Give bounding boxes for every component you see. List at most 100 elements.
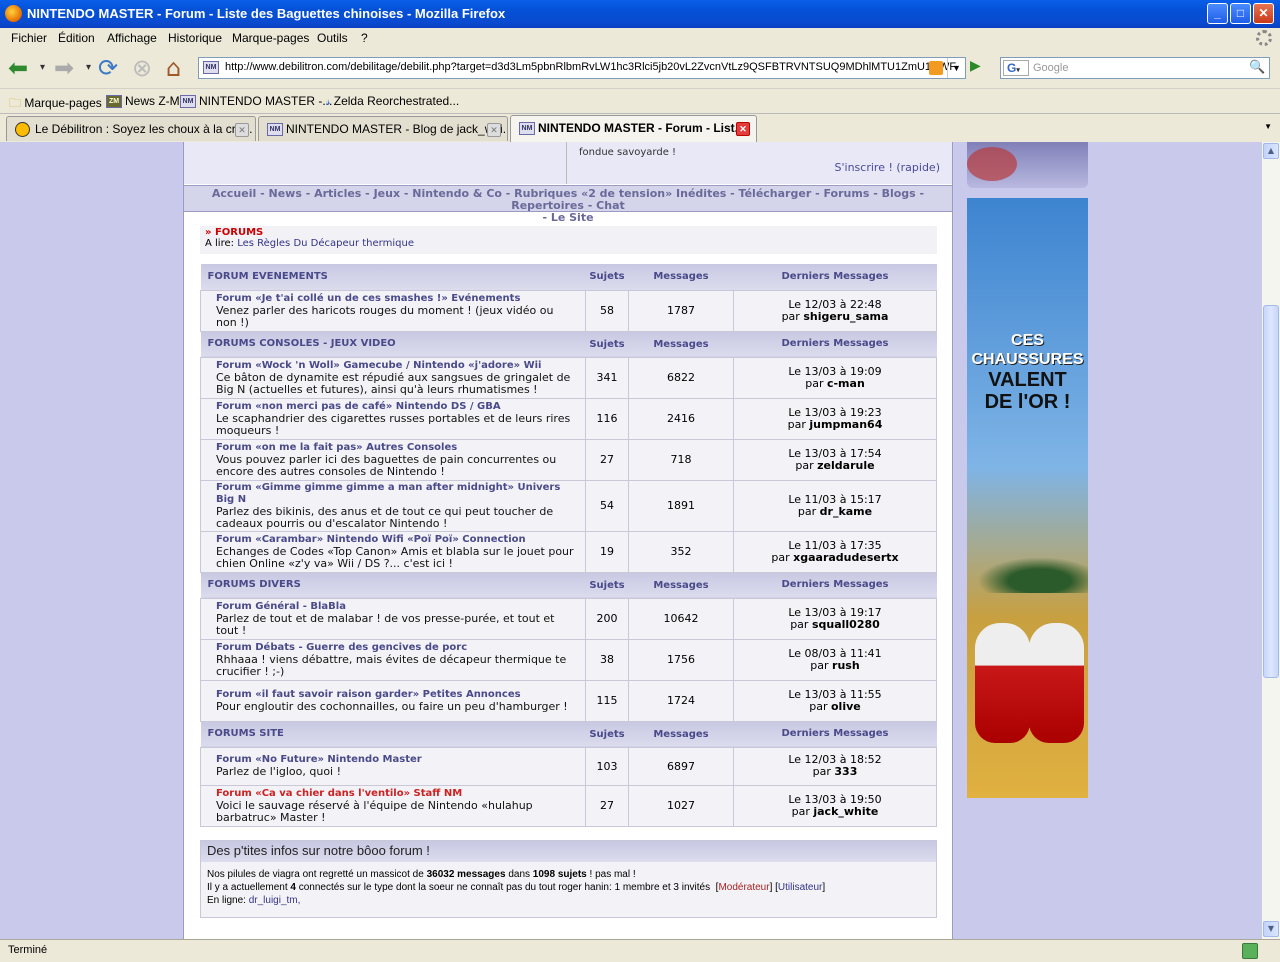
forum-description: Voici le sauvage réservé à l'équipe de N… xyxy=(216,798,533,824)
tab-close-icon[interactable]: ✕ xyxy=(736,122,750,136)
menu-affichage[interactable]: Affichage xyxy=(107,31,157,45)
forum-row: Forum «Je t'ai collé un de ces smashes !… xyxy=(200,289,937,332)
forum-link[interactable]: Forum «Wock 'n Woll» Gamecube / Nintendo… xyxy=(216,360,575,372)
forum-sujets-count: 58 xyxy=(585,289,629,332)
folder-icon: 🗀 xyxy=(9,96,22,110)
forward-history-dropdown-icon[interactable]: ▾ xyxy=(86,54,91,82)
url-bar[interactable]: NM http://www.debilitron.com/debilitage/… xyxy=(198,57,966,79)
forum-description: Parlez de l'igloo, quoi ! xyxy=(216,765,342,778)
menu-historique[interactable]: Historique xyxy=(168,31,222,45)
rules-link[interactable]: Les Règles Du Décapeur thermique xyxy=(237,238,414,249)
bookmark-nintendo-master[interactable]: NM NINTENDO MASTER -... xyxy=(180,94,332,109)
bookmark-zelda[interactable]: 𝓈 Zelda Reorchestrated... xyxy=(326,94,459,109)
tab-close-icon[interactable]: ✕ xyxy=(235,123,249,137)
top-info-box: fondue savoyarde ! S'inscrire ! (rapide) xyxy=(184,142,952,184)
moderator-legend: Modérateur xyxy=(718,882,770,893)
forum-link[interactable]: Forum Général - BlaBla xyxy=(216,601,575,613)
breadcrumb-title[interactable]: FORUMS xyxy=(215,227,263,238)
last-post-user[interactable]: zeldarule xyxy=(817,459,874,472)
menu-edition[interactable]: Édition xyxy=(58,31,95,45)
last-post-user[interactable]: rush xyxy=(832,659,860,672)
forum-sujets-count: 116 xyxy=(585,397,629,440)
forum-link[interactable]: Forum «Ca va chier dans l'ventilo» Staff… xyxy=(216,788,575,800)
stop-icon[interactable]: ⊗ xyxy=(132,54,152,82)
last-post-prefix: par xyxy=(812,765,831,778)
breadcrumb-arrow-icon: » xyxy=(205,227,215,238)
rss-feed-icon[interactable] xyxy=(929,61,943,75)
menu-outils[interactable]: Outils xyxy=(317,31,348,45)
addon-status-icon[interactable] xyxy=(1242,943,1258,959)
url-dropdown-icon[interactable]: ▼ xyxy=(947,58,965,78)
search-input[interactable]: G▾ Google 🔍 xyxy=(1000,57,1270,79)
nav-links[interactable]: Accueil - News - Articles - Jeux - Ninte… xyxy=(184,188,952,212)
tab-blog[interactable]: NM NINTENDO MASTER - Blog de jack_whi... ✕ xyxy=(258,116,508,141)
last-post-user[interactable]: olive xyxy=(831,700,861,713)
menu-fichier[interactable]: Fichier xyxy=(11,31,47,45)
back-arrow-icon[interactable]: ⬅ xyxy=(8,54,28,82)
debilitron-favicon-icon xyxy=(15,122,30,137)
forum-link[interactable]: Forum «il faut savoir raison garder» Pet… xyxy=(216,689,575,701)
forum-row: Forum «non merci pas de café» Nintendo D… xyxy=(200,397,937,440)
category-header: FORUMS SITE Sujets Messages Derniers Messag… xyxy=(200,721,937,747)
menu-marque-pages[interactable]: Marque-pages xyxy=(232,31,309,45)
reload-icon[interactable]: ⟳ xyxy=(98,54,118,82)
forum-link[interactable]: Forum «Je t'ai collé un de ces smashes !… xyxy=(216,293,575,305)
vertical-scrollbar[interactable]: ▲ ▼ xyxy=(1262,142,1280,939)
last-post-user[interactable]: jumpman64 xyxy=(809,418,882,431)
search-engine-icon[interactable]: G▾ xyxy=(1003,60,1029,76)
last-post-user[interactable]: dr_kame xyxy=(820,505,872,518)
maximize-button[interactable]: □ xyxy=(1230,3,1251,24)
tab-debilitron[interactable]: Le Débilitron : Soyez les choux à la crè… xyxy=(6,116,256,141)
forward-arrow-icon[interactable]: ➡ xyxy=(54,54,74,82)
last-post-user[interactable]: xgaaradudesertx xyxy=(793,551,899,564)
ad-banner-shoes[interactable]: CES CHAUSSURES VALENT DE l'OR ! xyxy=(967,198,1088,798)
home-icon[interactable]: ⌂ xyxy=(166,54,181,82)
last-post-user[interactable]: 333 xyxy=(834,765,857,778)
ad-text: CES CHAUSSURES VALENT DE l'OR ! xyxy=(971,332,1084,413)
last-post-prefix: par xyxy=(790,617,809,631)
info-online: En ligne: dr_luigi_tm, xyxy=(207,895,301,906)
close-button[interactable]: ✕ xyxy=(1253,3,1274,24)
bookmark-marque-pages[interactable]: 🗀 Marque-pages xyxy=(9,94,102,115)
bookmark-news-zm[interactable]: ZM News Z-M xyxy=(106,94,180,109)
back-history-dropdown-icon[interactable]: ▾ xyxy=(40,54,45,82)
register-link[interactable]: S'inscrire ! (rapide) xyxy=(835,161,940,174)
scroll-thumb[interactable] xyxy=(1263,305,1279,678)
ad-shoe-right-image xyxy=(1029,623,1084,743)
tab-close-icon[interactable]: ✕ xyxy=(487,123,501,137)
forum-description: Parlez des bikinis, des anus et de tout … xyxy=(216,504,554,530)
forum-link[interactable]: Forum «non merci pas de café» Nintendo D… xyxy=(216,401,575,413)
forum-link[interactable]: Forum «on me la fait pas» Autres Console… xyxy=(216,442,575,454)
forum-sujets-count: 27 xyxy=(585,438,629,481)
zelda-icon: 𝓈 xyxy=(326,94,331,108)
scroll-up-icon[interactable]: ▲ xyxy=(1263,143,1279,159)
go-button-icon[interactable]: ▶ xyxy=(970,58,988,78)
col-messages-header: Messages xyxy=(628,572,734,598)
category-name: FORUM EVENEMENTS xyxy=(200,264,586,290)
top-info-text: fondue savoyarde ! xyxy=(579,147,677,158)
tab-forum[interactable]: NM NINTENDO MASTER - Forum - List... ✕ xyxy=(510,115,757,142)
online-user-link[interactable]: dr_luigi_tm, xyxy=(249,895,301,906)
nav-links-site[interactable]: - Le Site xyxy=(184,212,952,224)
last-post-user[interactable]: shigeru_sama xyxy=(803,310,888,323)
forum-sujets-count: 200 xyxy=(585,597,629,640)
forum-sujets-count: 38 xyxy=(585,638,629,681)
menu-help[interactable]: ? xyxy=(361,31,368,45)
ad-banner-top[interactable] xyxy=(967,142,1088,188)
tab-bar: Le Débilitron : Soyez les choux à la crè… xyxy=(0,113,1280,142)
forum-link[interactable]: Forum Débats - Guerre des gencives de po… xyxy=(216,642,575,654)
minimize-button[interactable]: _ xyxy=(1207,3,1228,24)
forum-messages-count: 2416 xyxy=(628,397,734,440)
last-post-user[interactable]: c-man xyxy=(827,377,865,390)
last-post-user[interactable]: jack_white xyxy=(813,805,878,818)
magnifier-icon[interactable]: 🔍 xyxy=(1249,59,1267,77)
scroll-down-icon[interactable]: ▼ xyxy=(1263,921,1279,937)
zm-icon: ZM xyxy=(106,95,122,109)
forum-link[interactable]: Forum «Carambar» Nintendo Wifi «Poï Poï»… xyxy=(216,534,575,546)
forum-link[interactable]: Forum «Gimme gimme gimme a man after mid… xyxy=(216,482,575,506)
last-post-user[interactable]: squall0280 xyxy=(812,618,880,631)
site-favicon-icon: NM xyxy=(203,61,219,74)
tab-list-dropdown-icon[interactable]: ▼ xyxy=(1264,122,1272,131)
last-post-prefix: par xyxy=(797,504,817,518)
forum-description: Rhhaaa ! viens débattre, mais évites de … xyxy=(216,652,567,678)
